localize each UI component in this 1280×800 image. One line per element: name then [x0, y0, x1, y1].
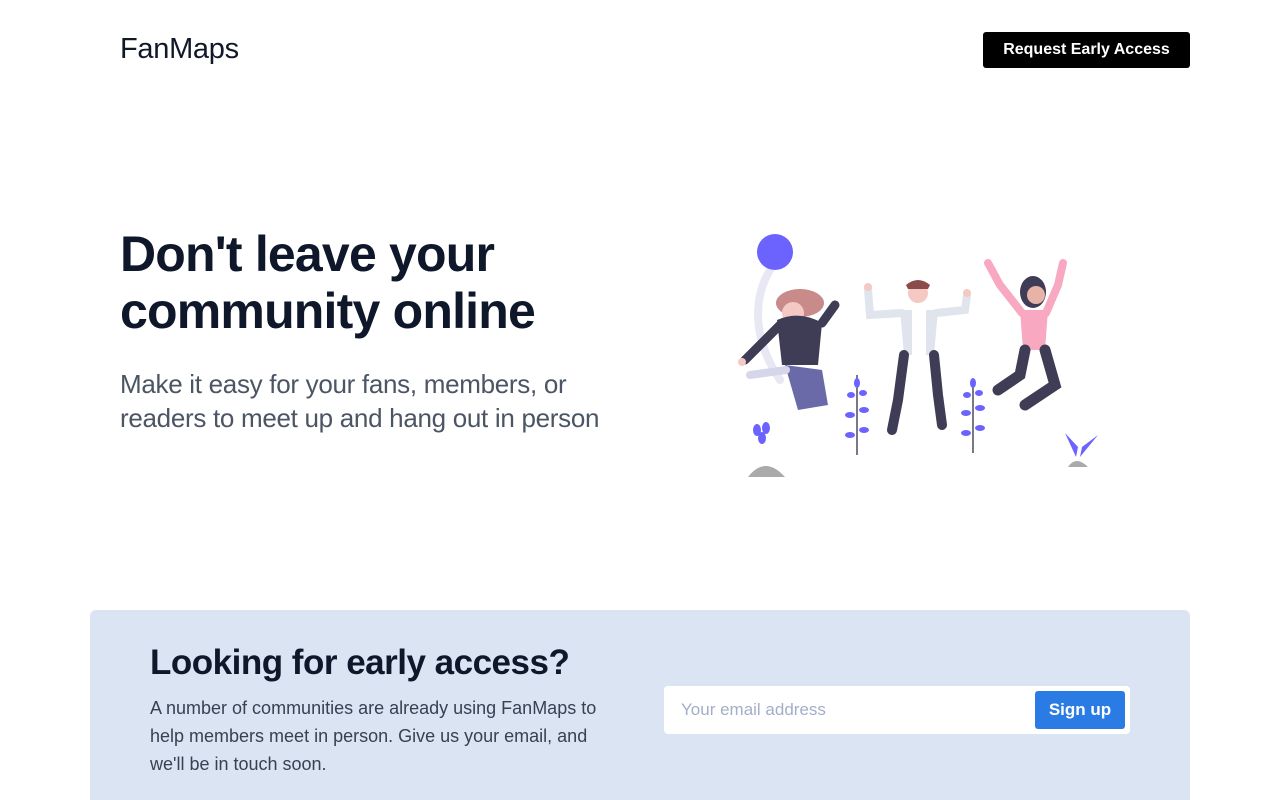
sign-up-button[interactable]: Sign up: [1035, 691, 1125, 729]
site-header: FanMaps Request Early Access: [0, 0, 1280, 100]
signup-form: Sign up: [664, 686, 1130, 734]
hero-subtitle: Make it easy for your fans, members, or …: [120, 369, 600, 433]
hero-title: Don't leave your community online: [120, 226, 536, 339]
signup-description: A number of communities are already usin…: [150, 698, 597, 774]
people-jumping-illustration: [738, 234, 1098, 477]
signup-title: Looking for early access?: [150, 643, 570, 682]
email-input[interactable]: [664, 686, 1034, 734]
request-early-access-button[interactable]: Request Early Access: [983, 32, 1190, 68]
logo[interactable]: FanMaps: [120, 33, 239, 66]
early-access-panel: Looking for early access? A number of co…: [90, 610, 1190, 800]
